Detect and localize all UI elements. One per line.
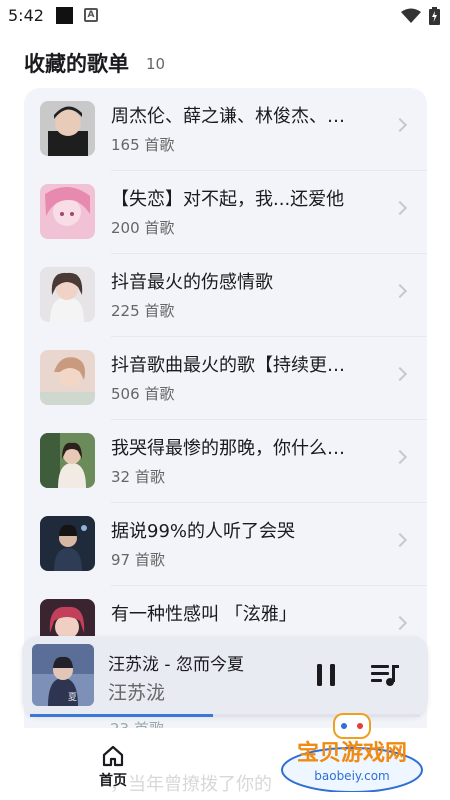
playlist-queue-icon[interactable] <box>370 662 400 688</box>
playlist-item[interactable]: 抖音最火的伤感情歌 225 首歌 <box>24 254 427 337</box>
svg-text:夏: 夏 <box>68 692 77 703</box>
playlist-item[interactable]: 我哭得最惨的那晚，你什么… 32 首歌 <box>24 420 427 503</box>
pause-icon[interactable] <box>313 662 339 688</box>
notification-square-icon <box>56 7 73 24</box>
album-art: 夏 <box>32 644 94 706</box>
playlist-cover <box>40 267 95 322</box>
wifi-icon <box>401 8 421 23</box>
playlist-cover <box>40 101 95 156</box>
playlist-title: 据说99%的人听了会哭 <box>111 521 296 542</box>
progress-fill <box>30 714 214 717</box>
chevron-right-icon <box>392 117 408 133</box>
chevron-right-icon <box>392 366 408 382</box>
playlist-title: 周杰伦、薛之谦、林俊杰、… <box>111 106 345 127</box>
playlist-title: 有一种性感叫 「泫雅」 <box>111 604 297 625</box>
watermark-logo: 宝贝游戏网 baobeiy.com <box>281 713 423 792</box>
playlist-item[interactable]: 周杰伦、薛之谦、林俊杰、… 165 首歌 <box>24 88 427 171</box>
song-count: 225 首歌 <box>111 302 175 320</box>
playlist-title: 抖音歌曲最火的歌【持续更… <box>111 355 345 376</box>
now-playing-title: 汪苏泷 - 忽而今夏 <box>108 655 244 675</box>
playlist-title: 【失恋】对不起，我...还爱他 <box>111 189 345 210</box>
song-count: 200 首歌 <box>111 219 175 237</box>
chevron-right-icon <box>392 200 408 216</box>
playlist-count: 10 <box>146 55 166 73</box>
playlist-item[interactable]: 【失恋】对不起，我...还爱他 200 首歌 <box>24 171 427 254</box>
status-bar: 5:42 A <box>0 0 450 32</box>
song-count: 97 首歌 <box>111 551 165 569</box>
song-count: 506 首歌 <box>111 385 175 403</box>
a-app-icon: A <box>84 8 98 22</box>
chevron-right-icon <box>392 449 408 465</box>
status-time: 5:42 <box>8 6 44 25</box>
playlist-title: 抖音最火的伤感情歌 <box>111 272 273 293</box>
home-icon <box>102 745 124 767</box>
chevron-right-icon <box>392 532 408 548</box>
song-count: 32 首歌 <box>111 468 165 486</box>
playlist-item[interactable]: 据说99%的人听了会哭 97 首歌 <box>24 503 427 586</box>
playlist-cover <box>40 516 95 571</box>
mini-player[interactable]: 夏 汪苏泷 - 忽而今夏 汪苏泷 <box>22 636 428 716</box>
playlist-item[interactable]: 抖音歌曲最火的歌【持续更… 506 首歌 <box>24 337 427 420</box>
song-count: 165 首歌 <box>111 136 175 154</box>
chevron-right-icon <box>392 615 408 631</box>
section-title: 收藏的歌单 <box>24 52 129 76</box>
watermark-url: baobeiy.com <box>314 769 389 783</box>
playlist-cover <box>40 350 95 405</box>
peek-text: ，当年曾撩拨了你的 <box>110 774 272 795</box>
watermark-text: 宝贝游戏网 <box>297 740 407 766</box>
chevron-right-icon <box>392 283 408 299</box>
playlist-cover <box>40 433 95 488</box>
playlist-title: 我哭得最惨的那晚，你什么… <box>111 438 345 459</box>
playlist-cover <box>40 184 95 239</box>
now-playing-artist: 汪苏泷 <box>108 682 166 704</box>
battery-charging-icon <box>429 7 440 25</box>
